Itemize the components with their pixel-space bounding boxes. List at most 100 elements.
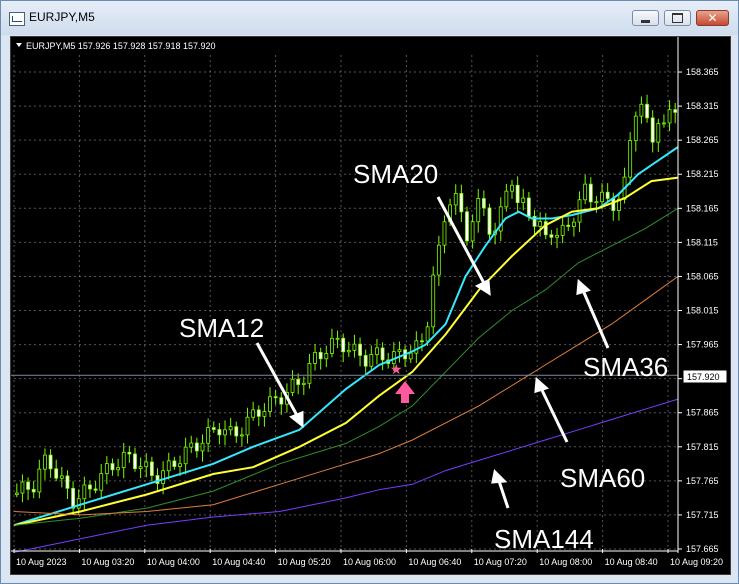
candle-body [476,198,481,223]
candle-body [296,378,301,385]
candle-body [639,103,644,117]
candle-body [200,442,205,452]
price-chart[interactable]: 158.365 158.315 158.265 158.215 158.165 158.1… [11,37,730,574]
candle-body [504,190,509,208]
candle-body [375,347,379,355]
candle-body [211,427,216,430]
candle-body [397,349,402,353]
candle-body [521,197,526,203]
candle-body [59,475,64,479]
candle-body [194,442,199,452]
candle-body [442,221,447,246]
candle-body [71,487,75,509]
candle-body [515,184,520,203]
candle-body [262,411,267,417]
label-sma36: SMA36 [583,352,668,382]
candle-body [459,193,464,213]
price-tick-label: 158.065 [686,271,719,281]
label-sma20: SMA20 [353,159,438,189]
candle-body [290,378,295,393]
candle-body [352,343,357,351]
time-tick-label: 10 Aug 08:40 [605,557,658,567]
candle-body [166,460,171,472]
up-arrow-icon [395,381,415,403]
candle-body [20,481,25,494]
candle-body [431,274,436,328]
candle-body [234,426,239,437]
price-tick-label: 157.865 [686,408,719,418]
candle-body [172,460,177,467]
sma144-arrowhead [491,468,508,484]
candle-body [673,109,678,113]
close-button[interactable]: ✕ [696,10,729,26]
candles [14,94,678,515]
candle-body [26,481,30,490]
candle-body [555,234,559,238]
time-tick-label: 10 Aug 07:20 [474,557,527,567]
chart-area[interactable]: 158.365 158.315 158.265 158.215 158.165 158.1… [10,36,731,575]
candle-body [549,234,554,238]
candle-body [662,122,666,125]
candle-body [566,224,571,227]
sma36-arrowhead [576,278,592,296]
symbol-info: EURJPY,M5 157.926 157.928 157.918 157.92… [26,41,215,51]
sma12-arrowhead [289,410,304,429]
candle-body [526,197,531,217]
candle-body [436,244,441,276]
price-tick-label: 158.215 [686,169,719,179]
candle-body [206,427,211,444]
candle-body [251,409,256,418]
candle-body [414,340,419,354]
price-tick-label: 157.965 [686,340,719,350]
window-bottom-border [1,575,738,583]
price-tick-label: 157.715 [686,510,719,520]
candle-body [88,484,92,490]
candle-body [611,198,616,211]
candle-body [31,488,36,493]
candle-body [324,353,329,360]
candle-body [189,442,194,448]
candle-body [307,362,312,384]
candle-body [594,201,599,204]
time-tick-label: 10 Aug 2023 [16,557,67,567]
candle-body [330,337,334,354]
candle-body [420,340,424,343]
candle-body [245,416,250,436]
minimize-button[interactable] [632,10,659,26]
candle-body [510,184,514,192]
time-axis: 10 Aug 2023 10 Aug 03:20 10 Aug 04:00 10 Au… [11,549,723,567]
candle-body [82,484,87,500]
candle-body [54,468,59,479]
maximize-button[interactable] [664,10,691,26]
candle-body [341,337,346,353]
price-tick-label: 158.315 [686,101,719,111]
candle-body [279,397,284,405]
candle-body [110,463,115,471]
candle-body [318,352,323,360]
candle-body [380,347,385,361]
time-tick-label: 10 Aug 09:20 [670,557,723,567]
window-titlebar[interactable]: EURJPY,M5 ✕ [1,1,738,35]
candle-body [93,488,98,491]
candle-body [149,461,154,476]
label-sma60: SMA60 [560,463,645,493]
candle-body [37,468,42,493]
candle-body [256,409,261,417]
price-tick-label: 158.115 [686,237,718,247]
time-tick-label: 10 Aug 06:40 [408,557,461,567]
star-icon: ★ [390,362,403,378]
candle-body [645,103,649,119]
header-dropdown-icon[interactable] [16,43,22,47]
candle-body [628,140,633,178]
sma20-arrowhead [474,278,491,296]
candle-body [583,183,588,201]
price-tick-label: 158.265 [686,135,719,145]
candle-body [76,498,81,509]
time-tick-label: 10 Aug 05:20 [278,557,331,567]
price-tick-label: 157.665 [686,544,719,554]
candle-body [453,193,458,206]
price-tick-label: 158.365 [686,67,719,77]
sma60-pointer [538,385,569,443]
candle-body [600,191,604,203]
price-axis: 158.365 158.315 158.265 158.215 158.165 158.1… [677,37,719,554]
